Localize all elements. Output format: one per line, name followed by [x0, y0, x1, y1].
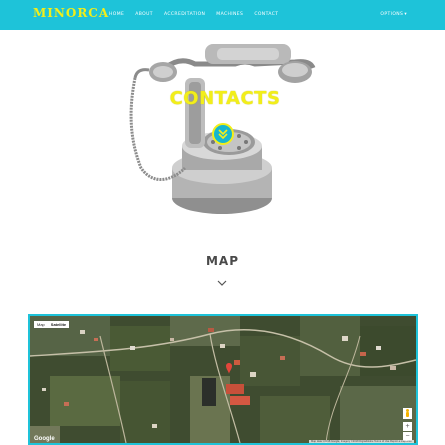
street-view-icon[interactable] — [403, 408, 412, 419]
section-heading: MAP — [205, 254, 240, 268]
nav-link-machines[interactable]: MACHINES — [216, 12, 243, 17]
nav-links: HOME ABOUT ACCREDITATION MACHINES CONTAC… — [109, 12, 278, 17]
nav-link-accreditation[interactable]: ACCREDITATION — [164, 12, 205, 17]
google-logo: Google — [34, 436, 55, 442]
chevron-down-icon — [217, 280, 227, 286]
google-map[interactable]: Map Satellite + − Google Map data ©2018 … — [28, 314, 418, 445]
double-chevron-down-icon — [218, 129, 228, 140]
map-type-control: Map Satellite — [34, 321, 70, 328]
map-attribution[interactable]: Map data ©2018 Google, Imagery ©2018 Dig… — [309, 440, 414, 443]
map-type-map[interactable]: Map — [34, 321, 48, 328]
nav-link-home[interactable]: HOME — [109, 12, 124, 17]
navbar: MINORCA HOME ABOUT ACCREDITATION MACHINE… — [0, 0, 445, 30]
logo[interactable]: MINORCA — [33, 6, 109, 20]
map-type-satellite[interactable]: Satellite — [48, 321, 69, 328]
nav-link-contact[interactable]: CONTACT — [254, 12, 278, 17]
scroll-down-button[interactable] — [212, 123, 234, 145]
hero: CONTACTS — [125, 38, 325, 223]
options-label: OPTIONS — [380, 12, 404, 17]
satellite-imagery — [30, 316, 416, 443]
nav-link-about[interactable]: ABOUT — [135, 12, 153, 17]
caret-down-icon: ▾ — [404, 12, 407, 17]
pegman-icon — [406, 409, 409, 417]
hero-title: CONTACTS — [169, 88, 281, 109]
zoom-in-button[interactable]: + — [403, 422, 412, 431]
options-dropdown[interactable]: OPTIONS▾ — [380, 12, 407, 17]
